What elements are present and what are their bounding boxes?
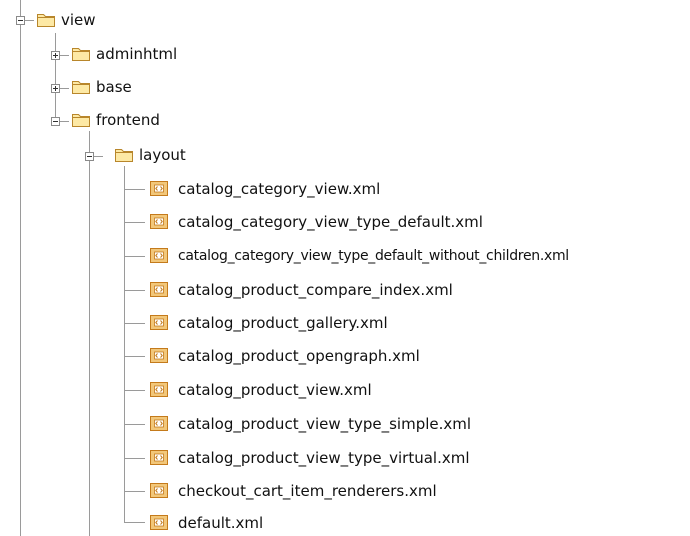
tree-node-file[interactable]: catalog_category_view_type_default_witho… — [178, 246, 569, 266]
xml-file-icon — [150, 450, 168, 465]
file-tree: view adminhtml base frontend layout cata… — [0, 0, 690, 536]
tree-node-file[interactable]: catalog_product_view_type_virtual.xml — [178, 448, 470, 468]
tree-node-file[interactable]: catalog_product_opengraph.xml — [178, 346, 420, 366]
collapse-toggle-view[interactable] — [16, 16, 25, 25]
xml-file-icon — [150, 214, 168, 229]
tree-connector — [55, 33, 56, 121]
tree-node-base[interactable]: base — [96, 77, 132, 97]
collapse-toggle-layout[interactable] — [85, 152, 94, 161]
tree-connector — [124, 323, 145, 324]
tree-connector — [124, 390, 145, 391]
folder-icon — [72, 114, 90, 127]
tree-node-file[interactable]: catalog_product_gallery.xml — [178, 313, 388, 333]
tree-node-file[interactable]: catalog_category_view_type_default.xml — [178, 212, 483, 232]
tree-connector — [124, 424, 145, 425]
xml-file-icon — [150, 248, 168, 263]
tree-connector — [124, 356, 145, 357]
tree-connector — [60, 121, 69, 122]
xml-file-icon — [150, 315, 168, 330]
expand-toggle-base[interactable] — [51, 84, 60, 93]
tree-connector — [25, 20, 34, 21]
xml-file-icon — [150, 382, 168, 397]
tree-connector — [124, 256, 145, 257]
tree-connector — [124, 491, 145, 492]
folder-icon — [37, 14, 55, 27]
tree-connector — [94, 156, 103, 157]
tree-connector — [89, 131, 90, 536]
tree-connector — [124, 458, 145, 459]
tree-connector — [124, 290, 145, 291]
tree-node-file[interactable]: default.xml — [178, 513, 263, 533]
tree-connector — [124, 522, 145, 523]
xml-file-icon — [150, 181, 168, 196]
folder-icon — [115, 149, 133, 162]
tree-connector — [124, 222, 145, 223]
tree-node-file[interactable]: catalog_category_view.xml — [178, 179, 380, 199]
xml-file-icon — [150, 515, 168, 530]
xml-file-icon — [150, 416, 168, 431]
collapse-toggle-frontend[interactable] — [51, 117, 60, 126]
tree-node-file[interactable]: catalog_product_compare_index.xml — [178, 280, 453, 300]
folder-icon — [72, 48, 90, 61]
tree-connector — [60, 88, 69, 89]
expand-toggle-adminhtml[interactable] — [51, 51, 60, 60]
tree-node-file[interactable]: catalog_product_view.xml — [178, 380, 372, 400]
tree-node-layout[interactable]: layout — [139, 145, 186, 165]
tree-connector — [124, 166, 125, 522]
xml-file-icon — [150, 282, 168, 297]
tree-node-adminhtml[interactable]: adminhtml — [96, 44, 177, 64]
xml-file-icon — [150, 483, 168, 498]
tree-node-file[interactable]: catalog_product_view_type_simple.xml — [178, 414, 471, 434]
folder-icon — [72, 81, 90, 94]
tree-node-view[interactable]: view — [61, 10, 96, 30]
xml-file-icon — [150, 348, 168, 363]
tree-connector — [20, 0, 21, 536]
tree-node-file[interactable]: checkout_cart_item_renderers.xml — [178, 481, 437, 501]
tree-node-frontend[interactable]: frontend — [96, 110, 160, 130]
tree-connector — [124, 189, 145, 190]
tree-connector — [60, 55, 69, 56]
